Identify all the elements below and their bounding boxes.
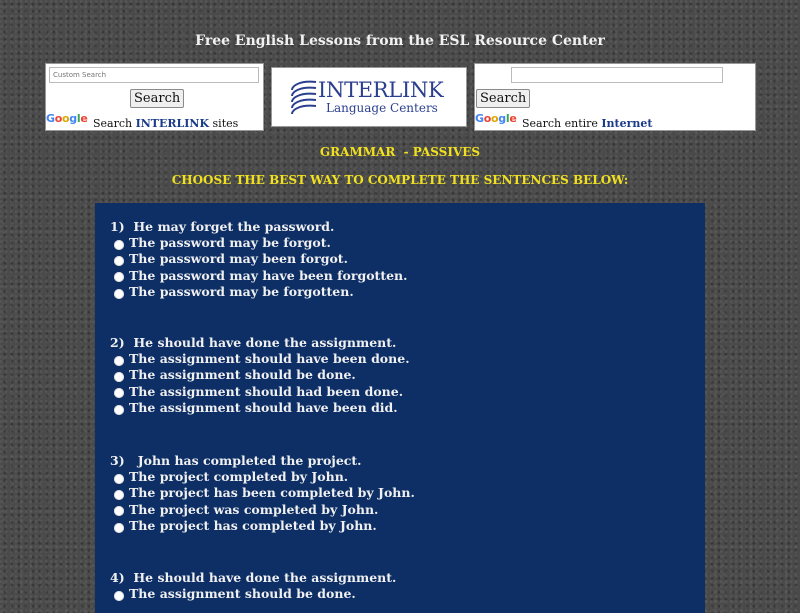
answer-option[interactable]: The assignment should have been done. — [110, 351, 410, 367]
caption-suffix: sites — [212, 117, 239, 130]
answer-option[interactable]: The password may be forgotten. — [110, 284, 408, 300]
site-search-input[interactable] — [49, 67, 259, 83]
radio-button[interactable] — [114, 489, 124, 500]
logo-main-text: INTERLINK — [318, 78, 444, 102]
question-3: 3) John has completed the project. The p… — [110, 453, 415, 534]
section-heading: GRAMMAR - PASSIVES — [319, 145, 481, 159]
caption-prefix: Search — [93, 117, 133, 130]
google-logo-icon: Google — [475, 112, 517, 125]
question-4: 4) He should have done the assignment. T… — [110, 570, 396, 602]
site-search-caption: Search INTERLINK sites — [93, 117, 238, 130]
radio-button[interactable] — [114, 355, 124, 366]
radio-button[interactable] — [114, 590, 124, 601]
web-search-button[interactable]: Search — [476, 89, 531, 108]
radio-button[interactable] — [114, 371, 124, 382]
web-search-input[interactable] — [511, 67, 723, 83]
answer-option[interactable]: The password may be forgot. — [110, 235, 408, 251]
answer-option[interactable]: The project has completed by John. — [110, 518, 415, 534]
interlink-logo[interactable]: INTERLINK Language Centers — [271, 67, 467, 127]
answer-option[interactable]: The password may been forgot. — [110, 251, 408, 267]
quiz-panel: 1) He may forget the password. The passw… — [95, 203, 705, 613]
question-2: 2) He should have done the assignment. T… — [110, 335, 410, 416]
page-title: Free English Lessons from the ESL Resour… — [195, 33, 605, 49]
radio-button[interactable] — [114, 388, 124, 399]
web-search-caption: Search entire Internet — [522, 117, 653, 130]
site-search-box: Search Google Search INTERLINK sites — [45, 63, 264, 131]
answer-option[interactable]: The password may have been forgotten. — [110, 268, 408, 284]
answer-option[interactable]: The assignment should have been did. — [110, 400, 410, 416]
caption-brand: INTERLINK — [135, 117, 210, 130]
web-search-box: Search Google Search entire Internet — [474, 63, 756, 131]
interlink-swirl-icon — [291, 80, 317, 115]
question-prompt: 2) He should have done the assignment. — [110, 335, 397, 350]
radio-button[interactable] — [114, 522, 124, 533]
answer-option[interactable]: The project has been completed by John. — [110, 485, 415, 501]
caption-prefix: Search entire — [522, 117, 598, 130]
radio-button[interactable] — [114, 255, 124, 266]
site-search-button[interactable]: Search — [130, 89, 185, 108]
radio-button[interactable] — [114, 288, 124, 299]
question-prompt: 4) He should have done the assignment. — [110, 570, 397, 585]
radio-button[interactable] — [114, 473, 124, 484]
radio-button[interactable] — [114, 506, 124, 517]
answer-option[interactable]: The project completed by John. — [110, 469, 415, 485]
radio-button[interactable] — [114, 239, 124, 250]
question-prompt: 3) John has completed the project. — [110, 453, 362, 468]
instructions-heading: CHOOSE THE BEST WAY TO COMPLETE THE SENT… — [171, 173, 629, 187]
radio-button[interactable] — [114, 404, 124, 415]
logo-sub-text: Language Centers — [326, 101, 438, 115]
caption-internet: Internet — [601, 117, 653, 130]
answer-option[interactable]: The assignment should had been done. — [110, 384, 410, 400]
question-1: 1) He may forget the password. The passw… — [110, 219, 408, 300]
radio-button[interactable] — [114, 272, 124, 283]
answer-option[interactable]: The assignment should be done. — [110, 367, 410, 383]
google-logo-icon: Google — [46, 112, 88, 125]
answer-option[interactable]: The project was completed by John. — [110, 502, 415, 518]
question-prompt: 1) He may forget the password. — [110, 219, 335, 234]
